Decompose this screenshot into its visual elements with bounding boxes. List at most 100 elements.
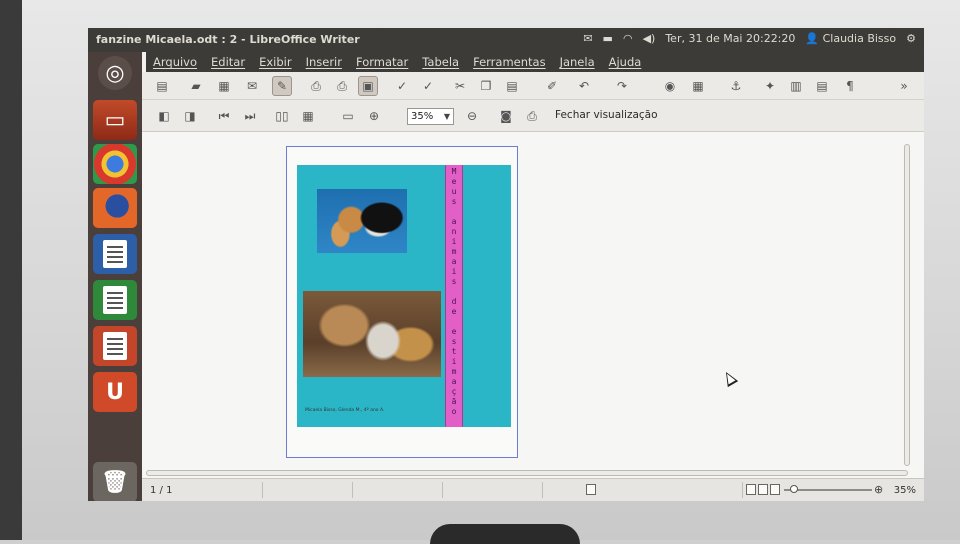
- title-letter: [452, 287, 457, 297]
- zoom-out-icon[interactable]: ⊖: [462, 106, 482, 126]
- navigator-icon[interactable]: ◉: [660, 76, 680, 96]
- menu-arquivo[interactable]: Arquivo: [146, 55, 204, 69]
- vertical-scrollbar[interactable]: [900, 138, 914, 468]
- two-pages-icon[interactable]: ▯▯: [272, 106, 292, 126]
- zoom-slider-handle[interactable]: [790, 485, 798, 493]
- user-name: Claudia Bisso: [822, 32, 897, 45]
- ubuntu-one-icon[interactable]: U: [93, 372, 137, 412]
- firefox-icon[interactable]: [93, 188, 137, 228]
- zoom-in-status-icon[interactable]: ⊕: [874, 483, 883, 496]
- menu-inserir[interactable]: Inserir: [299, 55, 349, 69]
- horizontal-scrollbar[interactable]: [142, 468, 912, 478]
- undo-icon[interactable]: ↶: [574, 76, 594, 96]
- device-edge: [0, 0, 22, 540]
- battery-icon[interactable]: ▬: [603, 32, 613, 45]
- paste-icon[interactable]: ▤: [502, 76, 522, 96]
- redo-icon[interactable]: ↷: [612, 76, 632, 96]
- window-title: fanzine Micaela.odt : 2 - LibreOffice Wr…: [96, 33, 360, 46]
- title-letter: m: [451, 247, 457, 256]
- menu-formatar[interactable]: Formatar: [349, 55, 415, 69]
- indicator-area: ✉ ▬ ◠ ◀) Ter, 31 de Mai 20:22:20 👤 Claud…: [583, 32, 916, 45]
- screen: fanzine Micaela.odt : 2 - LibreOffice Wr…: [88, 28, 924, 501]
- title-letter: e: [451, 177, 457, 186]
- title-letter: i: [451, 267, 457, 276]
- cut-icon[interactable]: ✂: [450, 76, 470, 96]
- impress-icon[interactable]: [93, 326, 137, 366]
- table-icon[interactable]: ▦: [688, 76, 708, 96]
- title-letter: i: [451, 237, 457, 246]
- zoom-percentage[interactable]: 35%: [894, 485, 916, 496]
- menu-exibir[interactable]: Exibir: [252, 55, 299, 69]
- next-page-icon[interactable]: ◨: [180, 106, 200, 126]
- title-letter: e: [451, 307, 457, 316]
- zoom-value: 35%: [411, 111, 434, 122]
- copy-icon[interactable]: ❐: [476, 76, 496, 96]
- title-letter: a: [451, 217, 457, 226]
- document-modified-icon[interactable]: [586, 484, 596, 495]
- email-icon[interactable]: ✉: [242, 76, 262, 96]
- draw-icon[interactable]: ✦: [760, 76, 780, 96]
- title-letter: a: [451, 377, 457, 386]
- book-view-icon[interactable]: ▭: [338, 106, 358, 126]
- first-page-icon[interactable]: ⏮: [214, 106, 234, 126]
- menu-tabela[interactable]: Tabela: [415, 55, 466, 69]
- single-page-view-icon[interactable]: [746, 484, 756, 495]
- title-letter: i: [451, 357, 457, 366]
- print-icon[interactable]: ⎙: [332, 76, 352, 96]
- writer-icon[interactable]: [93, 234, 137, 274]
- menu-janela[interactable]: Janela: [553, 55, 602, 69]
- title-letter: s: [451, 197, 457, 206]
- power-icon[interactable]: ⚙: [906, 32, 916, 45]
- clock[interactable]: Ter, 31 de Mai 20:22:20: [665, 32, 795, 45]
- multi-page-view-icon[interactable]: [758, 484, 768, 495]
- menu-ferramentas[interactable]: Ferramentas: [466, 55, 552, 69]
- multiple-pages-icon[interactable]: ▦: [298, 106, 318, 126]
- title-letter: d: [451, 297, 457, 306]
- document-area: Meus animais de estimação Micaela Bisso,…: [142, 132, 924, 478]
- open-icon[interactable]: ▰: [186, 76, 206, 96]
- title-letter: n: [451, 227, 457, 236]
- full-screen-icon[interactable]: ◙: [496, 106, 516, 126]
- zoom-in-icon[interactable]: ⊕: [364, 106, 384, 126]
- wifi-icon[interactable]: ◠: [623, 32, 633, 45]
- print-preview-icon[interactable]: ▣: [358, 76, 378, 96]
- menu-ajuda[interactable]: Ajuda: [602, 55, 649, 69]
- trash-icon[interactable]: 🗑: [93, 462, 137, 501]
- previous-page-icon[interactable]: ◧: [154, 106, 174, 126]
- chrome-icon[interactable]: [93, 144, 137, 184]
- ubuntu-dash-icon[interactable]: ◎: [98, 56, 132, 90]
- title-letter: o: [451, 407, 457, 416]
- chevron-down-icon: ▼: [443, 112, 450, 121]
- new-icon[interactable]: ▤: [152, 76, 172, 96]
- close-preview-button[interactable]: Fechar visualização: [555, 109, 658, 121]
- last-page-icon[interactable]: ⏭: [240, 106, 260, 126]
- user-menu[interactable]: 👤 Claudia Bisso: [805, 32, 896, 45]
- book-view-icon[interactable]: [770, 484, 780, 495]
- zoom-select[interactable]: 35% ▼: [407, 108, 454, 125]
- menu-bar: Arquivo Editar Exibir Inserir Formatar T…: [146, 52, 924, 72]
- autospell-icon[interactable]: ✓: [418, 76, 438, 96]
- calc-icon[interactable]: [93, 280, 137, 320]
- page-count[interactable]: 1 / 1: [150, 485, 172, 496]
- datasources-icon[interactable]: ▤: [812, 76, 832, 96]
- menu-editar[interactable]: Editar: [204, 55, 252, 69]
- save-icon[interactable]: ▦: [214, 76, 234, 96]
- pets-photo-1: [317, 189, 407, 253]
- title-letter: e: [451, 327, 457, 336]
- title-letter: M: [451, 167, 457, 176]
- more-icon[interactable]: »: [894, 76, 914, 96]
- hyperlink-icon[interactable]: ⚓: [726, 76, 746, 96]
- spellcheck-icon[interactable]: ✓: [392, 76, 412, 96]
- export-pdf-icon[interactable]: ⎙: [306, 76, 326, 96]
- gallery-icon[interactable]: ▥: [786, 76, 806, 96]
- vertical-title: Meus animais de estimação: [445, 167, 463, 417]
- mail-icon[interactable]: ✉: [583, 32, 592, 45]
- clone-format-icon[interactable]: ✐: [542, 76, 562, 96]
- edit-mode-icon[interactable]: ✎: [272, 76, 292, 96]
- files-icon[interactable]: ▭: [93, 100, 137, 140]
- title-letter: u: [451, 187, 457, 196]
- volume-icon[interactable]: ◀): [643, 32, 656, 45]
- print-preview-print-icon[interactable]: ⎙: [522, 106, 542, 126]
- document-page: Meus animais de estimação Micaela Bisso,…: [286, 146, 518, 458]
- formatting-marks-icon[interactable]: ¶: [840, 76, 860, 96]
